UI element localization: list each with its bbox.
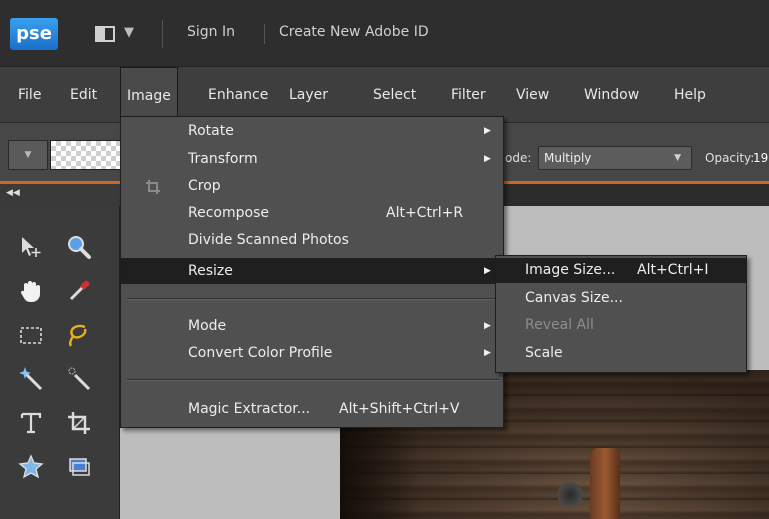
menu-item-shortcut: Alt+Ctrl+I (637, 262, 709, 278)
cookie-cutter-tool-icon[interactable] (12, 448, 50, 486)
menu-item-label: Scale (525, 345, 563, 361)
menu-filter[interactable]: Filter (445, 67, 492, 123)
blend-mode-value: Multiply (544, 151, 592, 165)
app-logo: pse (10, 18, 58, 50)
image-object (590, 448, 620, 519)
opacity-label: Opacity: (705, 151, 755, 165)
menu-window[interactable]: Window (578, 67, 645, 123)
preset-dropdown-button[interactable]: ▼ (8, 140, 48, 170)
menu-item-magic-extractor[interactable]: Magic Extractor... Alt+Shift+Ctrl+V (121, 398, 503, 421)
submenu-item-reveal-all: Reveal All (496, 313, 746, 338)
resize-submenu: Image Size... Alt+Ctrl+I Canvas Size... … (495, 255, 747, 373)
menu-item-label: Transform (188, 151, 258, 167)
menu-select[interactable]: Select (367, 67, 422, 123)
menu-help[interactable]: Help (668, 67, 712, 123)
menu-item-label: Recompose (188, 205, 269, 221)
menu-enhance[interactable]: Enhance (202, 67, 274, 123)
toolbox (0, 206, 120, 519)
menu-item-label: Crop (188, 178, 221, 194)
layout-icon[interactable] (95, 26, 115, 42)
menu-item-label: Mode (188, 318, 227, 334)
chevron-down-icon[interactable]: ▼ (124, 25, 134, 40)
menu-item-mode[interactable]: Mode ▶ (121, 315, 503, 338)
menu-item-label: Canvas Size... (525, 290, 623, 306)
submenu-arrow-icon: ▶ (484, 348, 491, 358)
menu-item-label: Divide Scanned Photos (188, 232, 349, 248)
mode-label: ode: (505, 151, 532, 165)
zoom-tool-icon[interactable] (60, 228, 98, 266)
menu-view[interactable]: View (510, 67, 555, 123)
straighten-tool-icon[interactable] (60, 448, 98, 486)
menu-item-label: Rotate (188, 123, 234, 139)
image-machine (545, 470, 595, 519)
create-adobe-id-link[interactable]: Create New Adobe ID (279, 24, 429, 40)
menu-item-shortcut: Alt+Ctrl+R (386, 205, 464, 221)
menu-layer[interactable]: Layer (283, 67, 334, 123)
menu-separator (127, 298, 499, 300)
menu-bar: File Edit Image Enhance Layer Select Fil… (0, 66, 769, 124)
collapse-panel-icon[interactable]: ◀◀ (6, 188, 20, 198)
menu-item-rotate[interactable]: Rotate ▶ (121, 120, 503, 143)
move-tool-icon[interactable] (12, 228, 50, 266)
lasso-tool-icon[interactable] (60, 316, 98, 354)
type-tool-icon[interactable] (12, 404, 50, 442)
divider (264, 24, 265, 44)
menu-item-label: Magic Extractor... (188, 401, 311, 417)
menu-edit[interactable]: Edit (64, 67, 103, 123)
menu-item-divide-scanned-photos[interactable]: Divide Scanned Photos (121, 229, 503, 252)
menu-separator (127, 379, 499, 381)
menu-item-crop[interactable]: Crop (121, 175, 503, 198)
menu-item-recompose[interactable]: Recompose Alt+Ctrl+R (121, 202, 503, 225)
menu-item-shortcut: Alt+Shift+Ctrl+V (339, 401, 460, 417)
menu-file[interactable]: File (12, 67, 47, 123)
menu-item-label: Reveal All (525, 317, 594, 333)
image-menu-dropdown: Rotate ▶ Transform ▶ Crop Recompose Alt+… (120, 116, 504, 428)
submenu-item-canvas-size[interactable]: Canvas Size... (496, 286, 746, 311)
eyedropper-tool-icon[interactable] (60, 272, 98, 310)
menu-item-convert-color-profile[interactable]: Convert Color Profile ▶ (121, 342, 503, 365)
pattern-swatch[interactable] (50, 140, 124, 170)
opacity-value[interactable]: 19 (753, 151, 768, 165)
chevron-down-icon: ▼ (674, 153, 681, 163)
blend-mode-select[interactable]: Multiply ▼ (538, 146, 692, 170)
submenu-arrow-icon: ▶ (484, 126, 491, 136)
divider (162, 20, 163, 48)
submenu-item-scale[interactable]: Scale (496, 341, 746, 366)
sign-in-link[interactable]: Sign In (187, 24, 235, 40)
submenu-item-image-size[interactable]: Image Size... Alt+Ctrl+I (496, 258, 746, 283)
marquee-tool-icon[interactable] (12, 316, 50, 354)
crop-tool-icon[interactable] (60, 404, 98, 442)
quick-selection-tool-icon[interactable] (60, 360, 98, 398)
menu-item-label: Image Size... (525, 262, 616, 278)
hand-tool-icon[interactable] (12, 272, 50, 310)
menu-item-transform[interactable]: Transform ▶ (121, 148, 503, 171)
menu-item-label: Convert Color Profile (188, 345, 333, 361)
menu-item-label: Resize (188, 263, 233, 279)
submenu-arrow-icon: ▶ (484, 154, 491, 164)
crop-icon (146, 180, 160, 194)
magic-wand-tool-icon[interactable] (12, 360, 50, 398)
menu-item-resize[interactable]: Resize ▶ (121, 258, 503, 284)
submenu-arrow-icon: ▶ (484, 321, 491, 331)
submenu-arrow-icon: ▶ (484, 266, 491, 276)
